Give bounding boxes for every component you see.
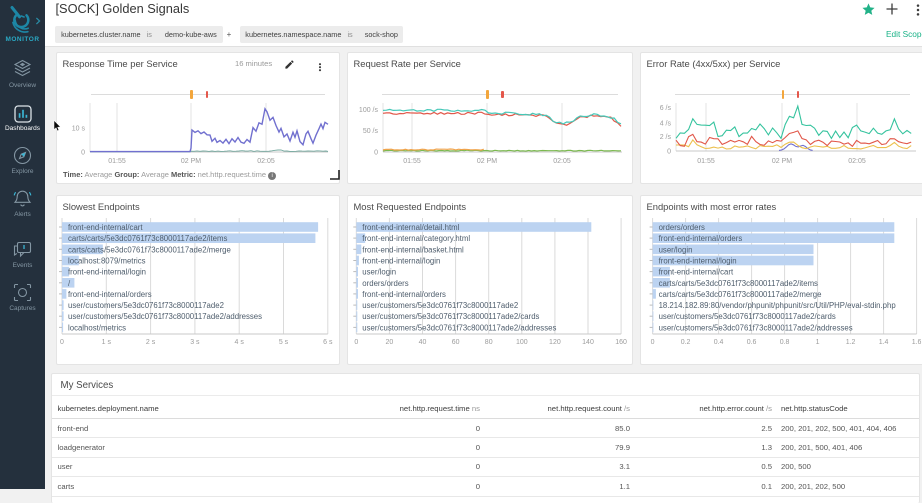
svg-text:02:05: 02:05 bbox=[553, 158, 571, 165]
svg-text:user/customers/5e3dc0761f73c80: user/customers/5e3dc0761f73c8000117ade2/… bbox=[68, 312, 262, 321]
svg-text:0: 0 bbox=[354, 339, 358, 346]
svg-text:orders/orders: orders/orders bbox=[362, 279, 408, 288]
svg-text:localhost/metrics: localhost/metrics bbox=[68, 323, 126, 332]
svg-text:front-end-internal/orders: front-end-internal/orders bbox=[659, 234, 743, 243]
svg-text:front-end-internal/cart: front-end-internal/cart bbox=[659, 268, 734, 277]
svg-text:user/customers/5e3dc0761f73c80: user/customers/5e3dc0761f73c8000117ade2/… bbox=[659, 323, 853, 332]
svg-text:100 /s: 100 /s bbox=[359, 107, 379, 114]
svg-text:4 s: 4 s bbox=[235, 339, 245, 346]
svg-text:20: 20 bbox=[386, 339, 394, 346]
svg-text:0.6: 0.6 bbox=[747, 339, 757, 346]
svg-text:18.214.182.89:80/vendor/phpuni: 18.214.182.89:80/vendor/phpunit/phpunit/… bbox=[659, 301, 897, 310]
svg-text:user/customers/5e3dc0761f73c80: user/customers/5e3dc0761f73c8000117ade2/… bbox=[659, 312, 836, 321]
svg-text:0: 0 bbox=[667, 148, 671, 155]
svg-text:front-end-internal/login: front-end-internal/login bbox=[362, 257, 440, 266]
svg-text:user/customers/5e3dc0761f73c80: user/customers/5e3dc0761f73c8000117ade2 bbox=[362, 301, 518, 310]
svg-text:user/login: user/login bbox=[362, 268, 396, 277]
svg-text:front-end-internal/login: front-end-internal/login bbox=[659, 257, 737, 266]
svg-text:1 s: 1 s bbox=[102, 339, 112, 346]
svg-text:01:55: 01:55 bbox=[108, 158, 126, 165]
svg-text:02:05: 02:05 bbox=[257, 158, 275, 165]
svg-text:120: 120 bbox=[549, 339, 561, 346]
svg-text:02 PM: 02 PM bbox=[181, 158, 201, 165]
svg-text:front-end-internal/basket.html: front-end-internal/basket.html bbox=[362, 245, 464, 254]
svg-text:orders/orders: orders/orders bbox=[659, 223, 705, 232]
svg-text:user/customers/5e3dc0761f73c80: user/customers/5e3dc0761f73c8000117ade2/… bbox=[362, 323, 556, 332]
svg-text:front-end-internal/orders: front-end-internal/orders bbox=[362, 290, 446, 299]
svg-text:carts/carts/5e3dc0761f73c80001: carts/carts/5e3dc0761f73c8000117ade2/mer… bbox=[68, 245, 231, 254]
svg-text:carts/carts/5e3dc0761f73c80001: carts/carts/5e3dc0761f73c8000117ade2/mer… bbox=[659, 290, 822, 299]
svg-text:0.8: 0.8 bbox=[780, 339, 790, 346]
svg-text:user/login: user/login bbox=[659, 245, 693, 254]
svg-text:1.4: 1.4 bbox=[879, 339, 889, 346]
svg-text:60: 60 bbox=[452, 339, 460, 346]
svg-text:0: 0 bbox=[374, 150, 378, 157]
svg-text:0.2: 0.2 bbox=[681, 339, 691, 346]
svg-text:1.6: 1.6 bbox=[912, 339, 922, 346]
svg-text:4 /s: 4 /s bbox=[660, 121, 672, 128]
svg-text:front-end-internal/detail.html: front-end-internal/detail.html bbox=[362, 223, 459, 232]
svg-text:front-end-internal/orders: front-end-internal/orders bbox=[68, 290, 152, 299]
svg-text:100: 100 bbox=[516, 339, 528, 346]
svg-text:01:55: 01:55 bbox=[697, 158, 715, 165]
svg-text:0.4: 0.4 bbox=[714, 339, 724, 346]
svg-text:front-end-internal/cart: front-end-internal/cart bbox=[68, 223, 143, 232]
svg-text:50 /s: 50 /s bbox=[363, 128, 379, 135]
svg-text:80: 80 bbox=[485, 339, 493, 346]
svg-text:0: 0 bbox=[60, 339, 64, 346]
svg-text:160: 160 bbox=[615, 339, 627, 346]
svg-text:02 PM: 02 PM bbox=[772, 158, 792, 165]
svg-text:front-end-internal/category.ht: front-end-internal/category.html bbox=[362, 234, 470, 243]
svg-text:1: 1 bbox=[816, 339, 820, 346]
svg-text:3 s: 3 s bbox=[190, 339, 200, 346]
svg-text:5 s: 5 s bbox=[279, 339, 289, 346]
svg-text:user/customers/5e3dc0761f73c80: user/customers/5e3dc0761f73c8000117ade2 bbox=[68, 301, 224, 310]
svg-text:2 s: 2 s bbox=[146, 339, 156, 346]
svg-text:6 /s: 6 /s bbox=[660, 105, 672, 112]
svg-text:01:55: 01:55 bbox=[403, 158, 421, 165]
svg-text:140: 140 bbox=[582, 339, 594, 346]
svg-text:localhost:8079/metrics: localhost:8079/metrics bbox=[68, 257, 146, 266]
svg-text:front-end-internal/login: front-end-internal/login bbox=[68, 268, 146, 277]
svg-text:40: 40 bbox=[419, 339, 427, 346]
svg-text:0: 0 bbox=[651, 339, 655, 346]
svg-text:user/customers/5e3dc0761f73c80: user/customers/5e3dc0761f73c8000117ade2/… bbox=[362, 312, 539, 321]
svg-text:6 s: 6 s bbox=[323, 339, 333, 346]
svg-text:2 /s: 2 /s bbox=[660, 134, 672, 141]
svg-text:carts/carts/5e3dc0761f73c80001: carts/carts/5e3dc0761f73c8000117ade2/ite… bbox=[68, 234, 227, 243]
svg-text:02 PM: 02 PM bbox=[477, 158, 497, 165]
svg-text:10 s: 10 s bbox=[72, 126, 86, 133]
svg-text:0: 0 bbox=[81, 150, 85, 157]
svg-text:1.2: 1.2 bbox=[846, 339, 856, 346]
svg-text:carts/carts/5e3dc0761f73c80001: carts/carts/5e3dc0761f73c8000117ade2/ite… bbox=[659, 279, 818, 288]
svg-text:02:05: 02:05 bbox=[848, 158, 866, 165]
